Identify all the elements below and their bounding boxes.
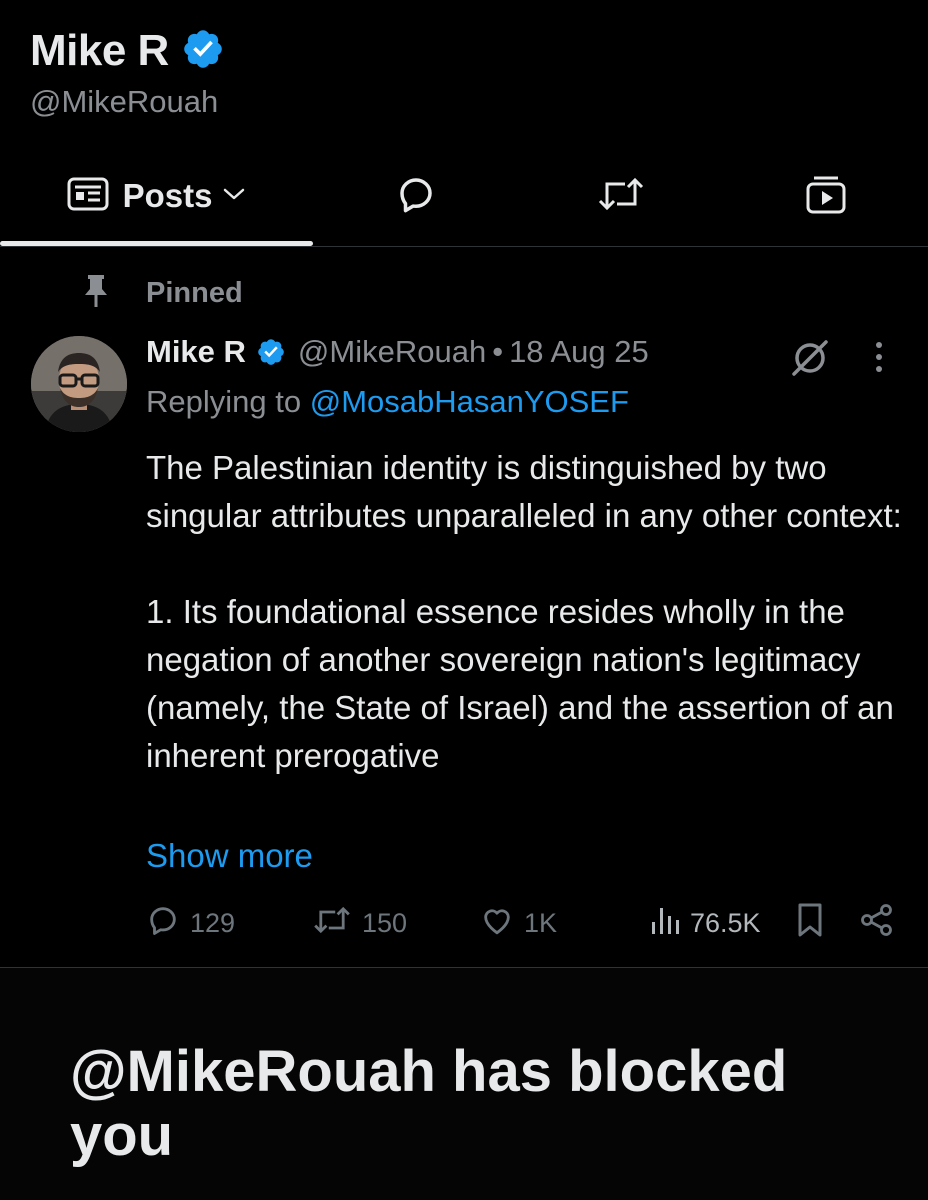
profile-name-row: Mike R bbox=[30, 26, 225, 76]
views-count: 76.5K bbox=[690, 907, 761, 938]
reply-count: 129 bbox=[190, 907, 236, 938]
tab-media[interactable] bbox=[723, 150, 928, 242]
like-button[interactable]: 1K bbox=[480, 898, 557, 948]
tweet-author-handle[interactable]: @MikeRouah bbox=[298, 334, 486, 370]
replying-prefix: Replying to bbox=[146, 384, 310, 419]
profile-tabs: Posts bbox=[0, 150, 928, 247]
pinned-label: Pinned bbox=[146, 277, 243, 309]
pin-icon bbox=[82, 274, 110, 313]
bookmark-button[interactable] bbox=[796, 898, 824, 948]
tab-posts-underline bbox=[0, 241, 313, 246]
replying-to-link[interactable]: @MosabHasanYOSEF bbox=[310, 384, 629, 419]
tweet-header: Mike R @MikeRouah • 18 Aug 25 bbox=[146, 334, 649, 370]
tweet-date[interactable]: 18 Aug 25 bbox=[509, 334, 649, 370]
tweet-actions: 129 150 1K 76.5K bbox=[146, 898, 906, 948]
heart-icon bbox=[480, 904, 514, 943]
reply-bubble-icon bbox=[395, 173, 437, 220]
repost-count: 150 bbox=[362, 907, 408, 938]
repost-icon bbox=[312, 904, 352, 943]
profile-handle: @MikeRouah bbox=[30, 84, 219, 119]
more-vertical-icon[interactable] bbox=[872, 340, 886, 379]
views-icon bbox=[650, 904, 680, 943]
like-count: 1K bbox=[524, 907, 558, 938]
bookmark-icon bbox=[796, 902, 824, 945]
profile-page: Mike R @MikeRouah Posts Pinned Mike R @M… bbox=[0, 0, 928, 1200]
avatar[interactable] bbox=[31, 336, 127, 432]
verified-badge-icon bbox=[181, 27, 225, 76]
media-icon bbox=[805, 173, 847, 220]
blocked-message: @MikeRouah has blocked you bbox=[70, 1039, 788, 1168]
tweet-author-name[interactable]: Mike R bbox=[146, 334, 246, 370]
share-button[interactable] bbox=[860, 898, 894, 948]
profile-name: Mike R bbox=[30, 26, 169, 75]
reply-bubble-icon bbox=[146, 903, 180, 944]
reply-button[interactable]: 129 bbox=[146, 898, 235, 948]
tweet-text: The Palestinian identity is distinguishe… bbox=[146, 449, 902, 774]
chevron-down-icon bbox=[222, 186, 246, 207]
grok-icon[interactable] bbox=[790, 338, 830, 383]
repost-button[interactable]: 150 bbox=[312, 898, 407, 948]
tab-reposts[interactable] bbox=[518, 150, 723, 242]
tab-posts[interactable]: Posts bbox=[0, 150, 313, 242]
tab-posts-label: Posts bbox=[122, 177, 213, 214]
replying-to: Replying to @MosabHasanYOSEF bbox=[146, 384, 629, 420]
verified-badge-icon bbox=[256, 337, 286, 367]
show-more-link[interactable]: Show more bbox=[146, 832, 313, 880]
share-icon bbox=[860, 903, 894, 944]
views-button[interactable]: 76.5K bbox=[650, 898, 761, 948]
tweet-dot-separator: • bbox=[492, 334, 504, 369]
timeline-icon bbox=[67, 177, 109, 216]
repost-icon bbox=[597, 174, 645, 219]
tab-replies[interactable] bbox=[313, 150, 518, 242]
pinned-indicator: Pinned bbox=[82, 274, 243, 313]
profile-header: Mike R @MikeRouah bbox=[30, 26, 225, 120]
